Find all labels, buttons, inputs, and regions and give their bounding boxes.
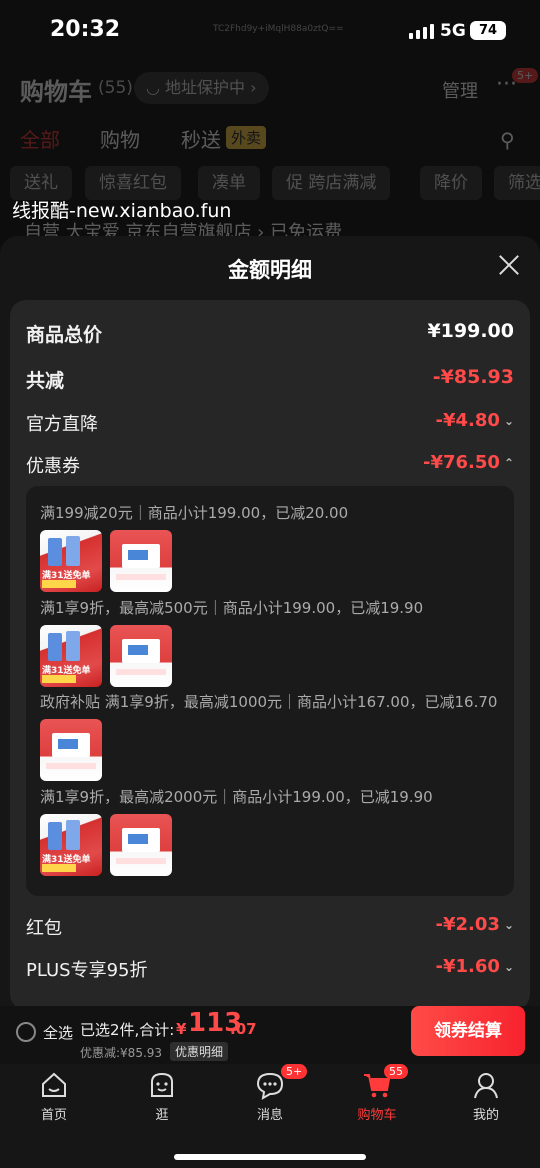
signal-icon [409,23,435,39]
more-badge: 5+ [512,68,539,83]
total-value: ¥199.00 [427,320,514,342]
product-thumb-b[interactable] [110,625,172,687]
cart-page-background: 购物车 (55) ◡ 地址保护中 › 管理 ··· 5+ 全部 购物 秒送 外卖… [0,62,540,262]
discount-detail-button[interactable]: 优惠明细 [170,1042,229,1061]
amount-detail-sheet: 金额明细 商品总价 ¥199.00 共减 -¥85.93 官方直降 -¥4.80… [0,236,540,1010]
product-thumb-b[interactable] [110,814,172,876]
tab-home-label: 首页 [40,1108,67,1123]
plus-label: PLUS专享95折 [26,960,148,981]
tab-message[interactable]: 5+ 消息 [230,1064,310,1123]
chip-red-envelope[interactable]: 惊喜红包 [85,166,181,200]
product-thumb-b[interactable] [40,719,102,781]
coupon-detail-box: 满199减20元｜商品小计199.00，已减20.00 满31送免单 满1享9折… [26,486,514,896]
network-type: 5G [440,21,466,41]
coupon-value-wrap: -¥76.50 ⌃ [423,452,514,473]
red-packet-value-wrap: -¥2.03 ⌄ [436,914,514,935]
message-badge: 5+ [281,1064,308,1079]
manage-button[interactable]: 管理 [442,77,478,103]
product-thumb-a[interactable]: 满31送免单 [40,814,102,876]
chip-cross-store[interactable]: 促 跨店满减 [272,166,391,200]
tab-all[interactable]: 全部 [20,124,60,153]
coupon-line-1: 满199减20元｜商品小计199.00，已减20.00 [40,504,349,522]
product-thumb-a[interactable]: 满31送免单 [40,625,102,687]
sheet-title: 金额明细 [228,258,312,282]
tab-profile-label: 我的 [472,1108,499,1123]
chip-gift[interactable]: 送礼 [10,166,72,200]
reduce-value: -¥85.93 [432,366,514,388]
home-indicator[interactable] [174,1154,366,1160]
tab-instant[interactable]: 秒送 [181,124,221,153]
amount-card: 商品总价 ¥199.00 共减 -¥85.93 官方直降 -¥4.80 ⌄ 优惠券… [10,300,530,1010]
cart-icon: 55 [362,1064,408,1100]
reduce-label: 共减 [26,370,65,392]
coupon-line-2: 满1享9折，最高减500元｜商品小计199.00，已减19.90 [40,599,424,617]
tab-shopping[interactable]: 购物 [100,124,140,153]
coupon-line-3: 政府补贴 满1享9折，最高减1000元｜商品小计167.00，已减16.70 [40,693,498,711]
plus-value: -¥1.60 [435,956,500,977]
official-value-wrap: -¥4.80 ⌄ [436,410,514,431]
row-reduce: 共减 -¥85.93 [26,366,514,396]
official-value: -¥4.80 [435,410,500,431]
close-icon[interactable] [494,250,524,280]
official-label: 官方直降 [26,414,98,435]
bottom-tab-bar: 首页 逛 5+ 消息 55 购物车 我的 [0,1064,540,1168]
status-bar: 20:32 TC2Fhd9y+iMqlH88a0ztQ== 5G 74 [0,0,540,62]
home-icon [39,1070,69,1100]
plus-value-wrap: -¥1.60 ⌄ [436,956,514,977]
message-icon: 5+ [255,1064,308,1100]
tab-home[interactable]: 首页 [14,1070,94,1123]
select-all-label[interactable]: 全选 [43,1022,73,1043]
red-packet-value: -¥2.03 [435,914,500,935]
coupon-value: -¥76.50 [423,452,500,473]
chip-price-drop[interactable]: 降价 [420,166,482,200]
price-symbol: ¥ [176,1020,187,1038]
chevron-down-icon[interactable]: ⌄ [504,918,514,932]
chip-filter[interactable]: 筛选 [494,166,540,200]
tab-cart-label: 购物车 [357,1108,397,1123]
product-thumb-b[interactable] [110,530,172,592]
tab-profile[interactable]: 我的 [446,1070,526,1123]
coupon-line-4: 满1享9折，最高减2000元｜商品小计199.00，已减19.90 [40,788,433,806]
discount-text: 优惠减:¥85.93 [80,1046,163,1060]
select-all-radio[interactable] [16,1022,36,1042]
row-total: 商品总价 ¥199.00 [26,320,514,350]
row-red-packet[interactable]: 红包 -¥2.03 ⌄ [26,914,514,944]
address-protect-button[interactable]: ◡ 地址保护中 › [134,72,269,104]
red-packet-label: 红包 [26,918,62,939]
status-faint-text: TC2Fhd9y+iMqlH88a0ztQ== [213,24,344,34]
row-official[interactable]: 官方直降 -¥4.80 ⌄ [26,410,514,440]
battery-icon: 74 [470,21,506,40]
cart-count: (55) [98,78,133,98]
row-coupon[interactable]: 优惠券 -¥76.50 ⌃ [26,452,514,482]
total-label: 商品总价 [26,324,103,346]
tab-explore[interactable]: 逛 [122,1070,202,1123]
chevron-down-icon[interactable]: ⌄ [504,414,514,428]
row-plus[interactable]: PLUS专享95折 -¥1.60 ⌄ [26,956,514,986]
coupon-label: 优惠券 [26,456,80,477]
cart-tabs: 全部 购物 秒送 外卖 ⚲ [0,124,540,164]
product-thumb-a[interactable]: 满31送免单 [40,530,102,592]
tab-message-label: 消息 [256,1108,283,1123]
page-title: 购物车 [20,78,92,106]
chevron-down-icon[interactable]: ⌄ [504,960,514,974]
waimai-badge: 外卖 [226,126,267,149]
selected-info: 已选2件,合计: [80,1021,175,1039]
price-decimal: .07 [230,1020,257,1038]
chevron-up-icon[interactable]: ⌃ [504,456,514,470]
tab-cart[interactable]: 55 购物车 [337,1064,417,1123]
watermark: 线报酷-new.xianbao.fun [12,200,232,222]
search-icon[interactable]: ⚲ [500,128,515,152]
status-time: 20:32 [50,17,121,42]
explore-icon [147,1070,177,1100]
checkout-bar: 全选 已选2件,合计: ¥ 113 .07 优惠减:¥85.93 优惠明细 领券… [0,1006,540,1064]
profile-icon [471,1070,501,1100]
tab-explore-label: 逛 [155,1108,169,1123]
cart-badge: 55 [384,1064,408,1079]
checkout-button[interactable]: 领券结算 [411,1006,525,1056]
chip-bundle[interactable]: 凑单 [198,166,260,200]
